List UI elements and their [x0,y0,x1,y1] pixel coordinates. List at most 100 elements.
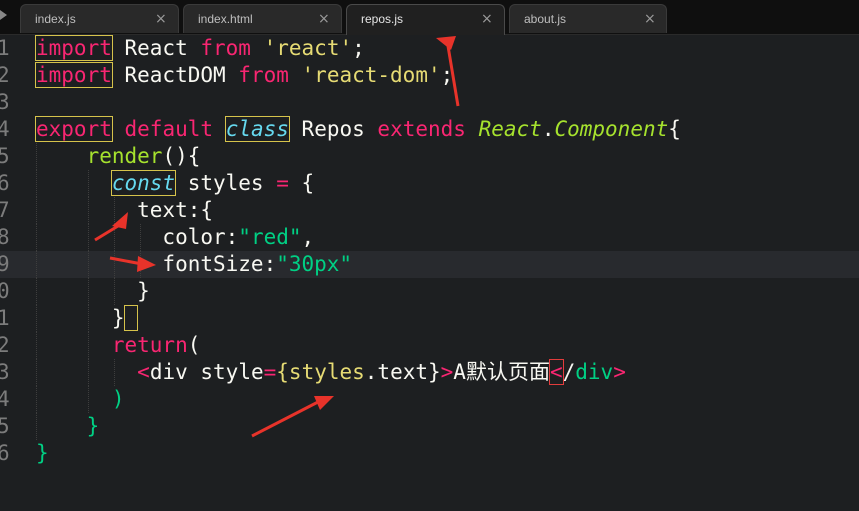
code-token: color: [36,225,239,249]
code-token: . [541,117,555,141]
line-number: 8 [0,225,10,249]
code-line[interactable]: 4 ) [0,386,859,413]
code-token: text:{ [36,198,214,222]
code-token: } [86,414,100,438]
code-token: 'react' [263,36,353,60]
tab-index-html[interactable]: index.html × [183,4,342,33]
code-token: A默认页面 [453,360,550,384]
code-line[interactable]: 1 } [0,305,859,332]
code-text: } [36,305,139,332]
line-number: 5 [0,144,10,168]
code-text: color:"red", [36,224,314,251]
code-token: ; [440,63,454,87]
code-text: } [36,440,49,467]
code-token: , [301,225,315,249]
code-token: styles [175,171,277,195]
code-line[interactable]: 6} [0,440,859,467]
code-token: ReactDOM [111,63,239,87]
code-token: ) [111,387,125,411]
code-line[interactable]: 3 <div style={styles.text}>A默认页面</div> [0,359,859,386]
code-line[interactable]: 8 color:"red", [0,224,859,251]
code-token: export [35,116,113,142]
code-text: render(){ [36,143,201,170]
code-token: .text} [364,360,441,384]
line-number: 2 [0,333,10,357]
code-line[interactable]: 2 import ReactDOM from 'react-dom'; [0,62,859,89]
code-token: ; [352,36,365,60]
close-icon[interactable]: × [644,11,656,27]
code-token: render [86,144,163,168]
code-token: ( [187,333,201,357]
tab-repos-js[interactable]: repos.js × [346,4,505,35]
code-text: fontSize:"30px" [36,251,352,278]
tab-label: about.js [524,12,567,26]
code-text: return( [36,332,201,359]
code-token: { [288,171,315,195]
code-text: } [36,413,100,440]
code-token: div [149,360,201,384]
code-token: } [36,441,49,465]
code-line[interactable]: 0 } [0,278,859,305]
code-token: > [440,360,454,384]
code-text: ) [36,386,125,413]
line-number: 4 [0,117,10,141]
code-text: import React from 'react'; [35,35,365,62]
code-token: / [562,360,576,384]
close-icon[interactable]: × [481,11,493,27]
tab-scroll-left-icon[interactable] [0,10,7,20]
line-number: 4 [0,387,10,411]
code-line[interactable]: 3 [0,89,859,116]
line-number: 6 [0,441,10,465]
code-token: "red" [238,225,302,249]
code-token: class [224,116,290,142]
code-line[interactable]: 1 import React from 'react'; [0,35,859,62]
code-token: fontSize: [36,252,277,276]
code-line[interactable]: 6 const styles = { [0,170,859,197]
line-number: 5 [0,414,10,438]
code-token: import [35,35,113,61]
code-line[interactable]: 4 export default class Repos extends Reac… [0,116,859,143]
code-text: export default class Repos extends React… [35,116,681,143]
code-token: return [111,333,188,357]
code-token: "30px" [276,252,353,276]
tab-about-js[interactable]: about.js × [509,4,667,33]
code-token: { [668,117,681,141]
code-line[interactable]: 5 } [0,413,859,440]
code-line[interactable]: 2 return( [0,332,859,359]
line-number: 7 [0,198,10,222]
code-token: Component [554,117,669,141]
code-token: 'react-dom' [301,63,441,87]
code-token: from [200,36,251,60]
code-line[interactable]: 9 fontSize:"30px" [0,251,859,278]
tab-index-js[interactable]: index.js × [20,4,179,33]
code-token: } [36,306,125,330]
code-token: from [238,63,289,87]
code-token: < [548,359,564,385]
code-token: < [137,360,150,384]
code-token: > [613,360,626,384]
code-line[interactable]: 7 text:{ [0,197,859,224]
line-number: 6 [0,171,10,195]
close-icon[interactable]: × [155,11,167,27]
tab-label: repos.js [361,12,404,26]
code-token: } [36,279,150,303]
tab-label: index.html [198,12,253,26]
code-line[interactable]: 5 render(){ [0,143,859,170]
code-token: = [276,171,289,195]
code-editor[interactable]: 1 import React from 'react'; 2 import React… [0,35,859,511]
code-text: } [36,278,150,305]
code-token: import [35,62,113,88]
line-number: 2 [0,63,10,87]
code-token: extends [377,117,466,141]
code-text: import ReactDOM from 'react-dom'; [35,62,454,89]
close-icon[interactable]: × [318,11,330,27]
